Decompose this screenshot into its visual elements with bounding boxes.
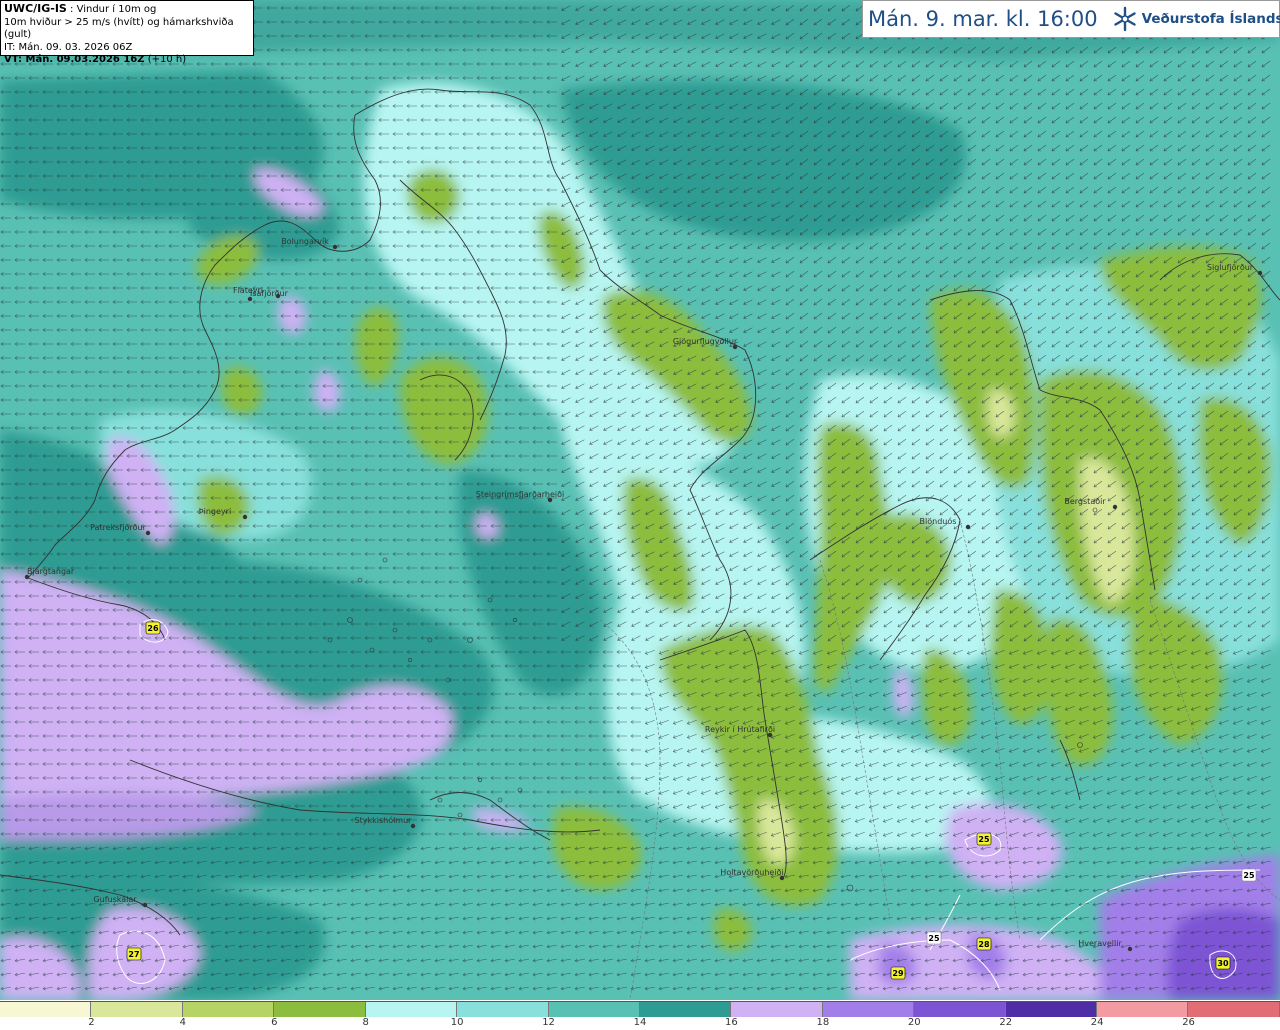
- gust-value: 30: [1217, 959, 1229, 968]
- legend-tick-label: 22: [999, 1017, 1013, 1028]
- place-label[interactable]: Patreksfjörður: [90, 523, 147, 532]
- legend-tick-label: 14: [633, 1017, 647, 1028]
- gust-value: 27: [128, 950, 139, 959]
- legend-tick-label: 20: [907, 1017, 921, 1028]
- brand-name: Veðurstofa Íslands: [1141, 11, 1280, 27]
- legend-swatch: [457, 1002, 549, 1017]
- legend-tick-label: 2: [88, 1017, 95, 1028]
- legend-swatch: [548, 1002, 640, 1017]
- place-label[interactable]: Blönduós: [920, 516, 957, 526]
- init-time: IT: Mán. 09. 03. 2026 06Z: [4, 41, 133, 53]
- info-line1: : Vindur í 10m og: [66, 4, 157, 15]
- place-label[interactable]: Siglufjörður: [1207, 263, 1254, 272]
- gust-value: 25: [978, 835, 990, 844]
- place-marker: [965, 524, 971, 530]
- legend-tick-label: 6: [271, 1017, 278, 1028]
- legend-tick-label: 18: [816, 1017, 830, 1028]
- place-marker: [242, 514, 248, 520]
- place-label[interactable]: Flateyri: [233, 286, 263, 295]
- legend-swatch: [822, 1002, 915, 1017]
- info-box: UWC/IG-IS : Vindur í 10m og 10m hviður >…: [0, 0, 254, 65]
- snowflake-logo-icon: [1113, 6, 1136, 32]
- legend-tick-label: 12: [542, 1017, 555, 1028]
- place-label[interactable]: Holtavörðuheiði: [720, 868, 783, 877]
- legend-tick-label: 8: [362, 1017, 369, 1028]
- info-line2: 10m hviður > 25 m/s (hvítt) og hámarkshv…: [4, 16, 234, 41]
- place-marker: [142, 902, 148, 908]
- legend-swatch: [365, 1002, 458, 1017]
- gust-value: 28: [978, 940, 990, 949]
- gust-value: 25: [928, 934, 940, 943]
- valid-time: VT: Mán. 09.03.2026 16Z: [4, 54, 145, 65]
- legend-tick-label: 4: [179, 1017, 187, 1028]
- legend-tick-label: 26: [1182, 1017, 1195, 1028]
- place-marker: [1257, 270, 1263, 276]
- place-marker: [275, 293, 281, 299]
- place-label[interactable]: Hveravellir: [1078, 939, 1122, 948]
- gust-value: 26: [147, 624, 159, 633]
- place-label[interactable]: Bjargtangar: [27, 567, 75, 576]
- place-label[interactable]: Reykir í Hrútafirði: [705, 725, 775, 734]
- place-label[interactable]: Gufuskálar: [93, 895, 137, 904]
- legend-swatch: [91, 1002, 183, 1017]
- place-label[interactable]: Bolungarvík: [281, 237, 329, 246]
- legend-swatch: [274, 1002, 366, 1017]
- model-name: UWC/IG-IS: [4, 2, 67, 15]
- place-marker: [1127, 946, 1133, 952]
- brand-logo[interactable]: Veðurstofa Íslands: [1111, 5, 1280, 33]
- legend-swatch: [182, 1002, 275, 1017]
- legend-swatch: [0, 1002, 92, 1017]
- place-label[interactable]: Stykkishólmur: [355, 815, 413, 825]
- legend-swatch: [914, 1002, 1006, 1017]
- place-label[interactable]: Gjögurflugvöllur: [673, 337, 738, 346]
- legend-swatch: [639, 1002, 732, 1017]
- legend-swatch: [1188, 1002, 1280, 1017]
- place-label[interactable]: Steingrímsfjarðarheiði: [476, 490, 565, 499]
- color-legend: 2 4 6 8 10 12 14 16 18 20 22 24 26: [0, 1000, 1280, 1030]
- gust-value: 29: [892, 969, 904, 978]
- lead-time: (+10 h): [144, 54, 187, 65]
- legend-swatch: [1097, 1002, 1189, 1017]
- forecast-time-title: Mán. 9. mar. kl. 16:00: [868, 7, 1098, 31]
- gust-value: 25: [1243, 871, 1255, 880]
- legend-swatch: [731, 1002, 823, 1017]
- legend-tick-label: 16: [725, 1017, 738, 1028]
- legend-swatch: [1005, 1002, 1098, 1017]
- place-marker: [145, 530, 151, 536]
- legend-ticks: 2 4 6 8 10 12 14 16 18 20 22 24 26: [0, 1016, 1280, 1030]
- legend-tick-label: 10: [450, 1017, 464, 1028]
- place-marker: [332, 244, 338, 250]
- title-box: Mán. 9. mar. kl. 16:00 Veðurstofa Ísland…: [862, 0, 1280, 38]
- wind-map[interactable]: BolungarvíkÍsafjörðurFlateyriÞingeyriPat…: [0, 0, 1280, 1000]
- legend-color-bar: [0, 1001, 1280, 1017]
- place-label[interactable]: Bergstaðir: [1064, 497, 1106, 506]
- legend-tick-label: 24: [1090, 1017, 1104, 1028]
- place-marker: [1112, 504, 1118, 510]
- place-label[interactable]: Þingeyri: [199, 507, 231, 516]
